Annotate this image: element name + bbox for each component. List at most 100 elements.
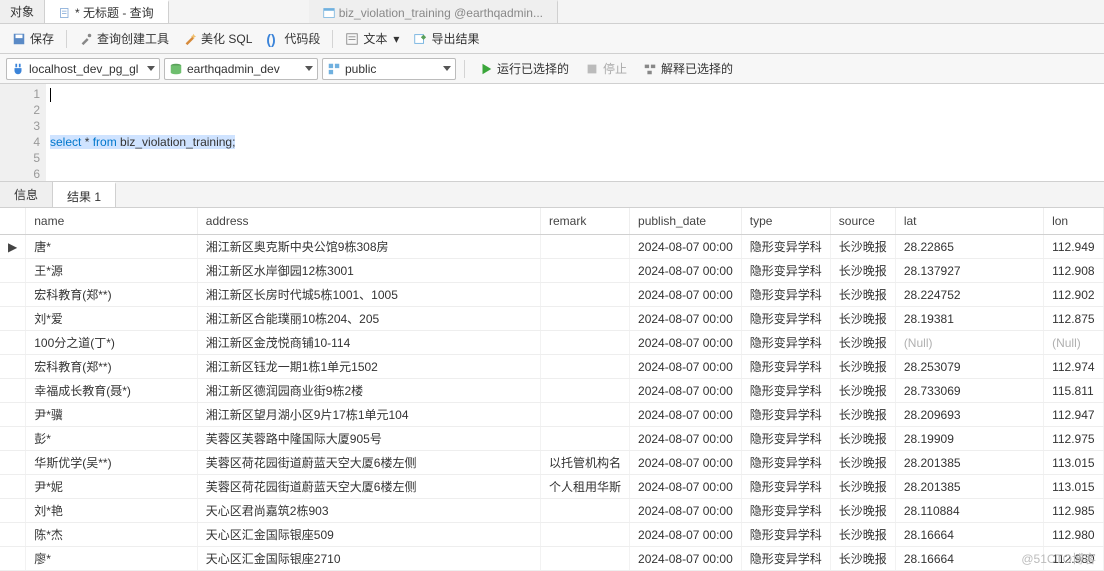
- cell-lon[interactable]: 113.015: [1044, 451, 1104, 475]
- cell-lon[interactable]: 112.985: [1044, 499, 1104, 523]
- cell-name[interactable]: 王*源: [26, 259, 198, 283]
- cell-type[interactable]: 隐形变异学科: [741, 499, 830, 523]
- export-button[interactable]: 导出结果: [407, 27, 485, 50]
- cell-address[interactable]: 湘江新区长房时代城5栋1001、1005: [197, 283, 540, 307]
- cell-source[interactable]: 长沙晚报: [830, 427, 895, 451]
- cell-remark[interactable]: [541, 235, 630, 259]
- cell-name[interactable]: 陈*杰: [26, 523, 198, 547]
- cell-remark[interactable]: [541, 259, 630, 283]
- cell-type[interactable]: 隐形变异学科: [741, 235, 830, 259]
- cell-name[interactable]: 尹*妮: [26, 475, 198, 499]
- cell-address[interactable]: 芙蓉区荷花园街道蔚蓝天空大厦6楼左侧: [197, 475, 540, 499]
- cell-type[interactable]: 隐形变异学科: [741, 523, 830, 547]
- cell-lon[interactable]: 112.974: [1044, 355, 1104, 379]
- col-remark[interactable]: remark: [541, 208, 630, 235]
- col-address[interactable]: address: [197, 208, 540, 235]
- cell-lat[interactable]: 28.19381: [895, 307, 1043, 331]
- cell-lon[interactable]: (Null): [1044, 331, 1104, 355]
- cell-lat[interactable]: 28.110884: [895, 499, 1043, 523]
- col-source[interactable]: source: [830, 208, 895, 235]
- table-row[interactable]: 尹*妮芙蓉区荷花园街道蔚蓝天空大厦6楼左侧个人租用华斯2024-08-07 00…: [0, 475, 1104, 499]
- cell-lat[interactable]: 28.16664: [895, 547, 1043, 571]
- explain-button[interactable]: 解释已选择的: [637, 57, 739, 80]
- cell-remark[interactable]: 个人租用华斯: [541, 475, 630, 499]
- cell-publish-date[interactable]: 2024-08-07 00:00: [630, 499, 742, 523]
- query-builder-button[interactable]: 查询创建工具: [73, 27, 175, 50]
- col-lat[interactable]: lat: [895, 208, 1043, 235]
- cell-name[interactable]: 彭*: [26, 427, 198, 451]
- cell-address[interactable]: 天心区汇金国际银座509: [197, 523, 540, 547]
- cell-type[interactable]: 隐形变异学科: [741, 427, 830, 451]
- table-row[interactable]: 幸福成长教育(聂*)湘江新区德润园商业街9栋2楼 2024-08-07 00:00…: [0, 379, 1104, 403]
- cell-source[interactable]: 长沙晚报: [830, 379, 895, 403]
- cell-address[interactable]: 湘江新区水岸御园12栋3001: [197, 259, 540, 283]
- cell-lon[interactable]: 115.811: [1044, 379, 1104, 403]
- cell-remark[interactable]: [541, 403, 630, 427]
- cell-lat[interactable]: 28.16664: [895, 523, 1043, 547]
- col-type[interactable]: type: [741, 208, 830, 235]
- cell-source[interactable]: 长沙晚报: [830, 283, 895, 307]
- cell-lat[interactable]: 28.253079: [895, 355, 1043, 379]
- cell-name[interactable]: 100分之道(丁*): [26, 331, 198, 355]
- table-row[interactable]: 陈*杰天心区汇金国际银座5092024-08-07 00:00隐形变异学科长沙晚…: [0, 523, 1104, 547]
- cell-address[interactable]: 湘江新区奥克斯中央公馆9栋308房: [197, 235, 540, 259]
- cell-source[interactable]: 长沙晚报: [830, 451, 895, 475]
- cell-remark[interactable]: [541, 331, 630, 355]
- cell-publish-date[interactable]: 2024-08-07 00:00: [630, 427, 742, 451]
- cell-publish-date[interactable]: 2024-08-07 00:00: [630, 523, 742, 547]
- table-row[interactable]: 尹*骥湘江新区望月湖小区9片17栋1单元1042024-08-07 00:00隐…: [0, 403, 1104, 427]
- cell-address[interactable]: 湘江新区德润园商业街9栋2楼: [197, 379, 540, 403]
- cell-name[interactable]: 宏科教育(郑**): [26, 355, 198, 379]
- cell-source[interactable]: 长沙晚报: [830, 259, 895, 283]
- cell-type[interactable]: 隐形变异学科: [741, 331, 830, 355]
- cell-remark[interactable]: [541, 355, 630, 379]
- cell-address[interactable]: 湘江新区金茂悦商铺10-114: [197, 331, 540, 355]
- database-select[interactable]: earthqadmin_dev: [164, 58, 318, 80]
- cell-publish-date[interactable]: 2024-08-07 00:00: [630, 379, 742, 403]
- cell-type[interactable]: 隐形变异学科: [741, 283, 830, 307]
- save-button[interactable]: 保存: [6, 27, 60, 50]
- cell-lon[interactable]: 112.908: [1044, 259, 1104, 283]
- cell-lat[interactable]: (Null): [895, 331, 1043, 355]
- cell-address[interactable]: 湘江新区合能璞丽10栋204、205: [197, 307, 540, 331]
- col-publish-date[interactable]: publish_date: [630, 208, 742, 235]
- table-row[interactable]: 宏科教育(郑**)湘江新区长房时代城5栋1001、10052024-08-07 …: [0, 283, 1104, 307]
- cell-type[interactable]: 隐形变异学科: [741, 259, 830, 283]
- table-row[interactable]: ▶唐*湘江新区奥克斯中央公馆9栋308房2024-08-07 00:00隐形变异…: [0, 235, 1104, 259]
- cell-name[interactable]: 幸福成长教育(聂*): [26, 379, 198, 403]
- query-tab[interactable]: * 无标题 - 查询: [45, 0, 169, 23]
- cell-lon[interactable]: 112.949: [1044, 235, 1104, 259]
- cell-remark[interactable]: [541, 523, 630, 547]
- cell-remark[interactable]: [541, 379, 630, 403]
- table-tab[interactable]: biz_violation_training @earthqadmin...: [309, 0, 558, 23]
- result-grid[interactable]: name address remark publish_date type so…: [0, 208, 1104, 571]
- cell-source[interactable]: 长沙晚报: [830, 475, 895, 499]
- cell-source[interactable]: 长沙晚报: [830, 499, 895, 523]
- cell-address[interactable]: 芙蓉区荷花园街道蔚蓝天空大厦6楼左侧: [197, 451, 540, 475]
- beautify-sql-button[interactable]: 美化 SQL: [177, 27, 258, 50]
- objects-tab[interactable]: 对象: [0, 0, 45, 23]
- stop-button[interactable]: 停止: [579, 57, 633, 80]
- cell-name[interactable]: 尹*骥: [26, 403, 198, 427]
- cell-source[interactable]: 长沙晚报: [830, 547, 895, 571]
- cell-publish-date[interactable]: 2024-08-07 00:00: [630, 307, 742, 331]
- cell-lat[interactable]: 28.201385: [895, 451, 1043, 475]
- cell-remark[interactable]: 以托管机构名: [541, 451, 630, 475]
- code-snippet-button[interactable]: () 代码段: [260, 27, 326, 50]
- cell-lon[interactable]: 112.947: [1044, 403, 1104, 427]
- cell-remark[interactable]: [541, 307, 630, 331]
- cell-publish-date[interactable]: 2024-08-07 00:00: [630, 451, 742, 475]
- cell-lat[interactable]: 28.733069: [895, 379, 1043, 403]
- cell-lat[interactable]: 28.224752: [895, 283, 1043, 307]
- cell-type[interactable]: 隐形变异学科: [741, 307, 830, 331]
- cell-remark[interactable]: [541, 499, 630, 523]
- cell-lat[interactable]: 28.22865: [895, 235, 1043, 259]
- cell-lon[interactable]: 112.902: [1044, 283, 1104, 307]
- cell-address[interactable]: 天心区汇金国际银座2710: [197, 547, 540, 571]
- cell-source[interactable]: 长沙晚报: [830, 307, 895, 331]
- run-button[interactable]: 运行已选择的: [473, 57, 575, 80]
- cell-lat[interactable]: 28.137927: [895, 259, 1043, 283]
- cell-lat[interactable]: 28.19909: [895, 427, 1043, 451]
- table-row[interactable]: 彭*芙蓉区芙蓉路中隆国际大厦905号2024-08-07 00:00隐形变异学科…: [0, 427, 1104, 451]
- cell-name[interactable]: 刘*艳: [26, 499, 198, 523]
